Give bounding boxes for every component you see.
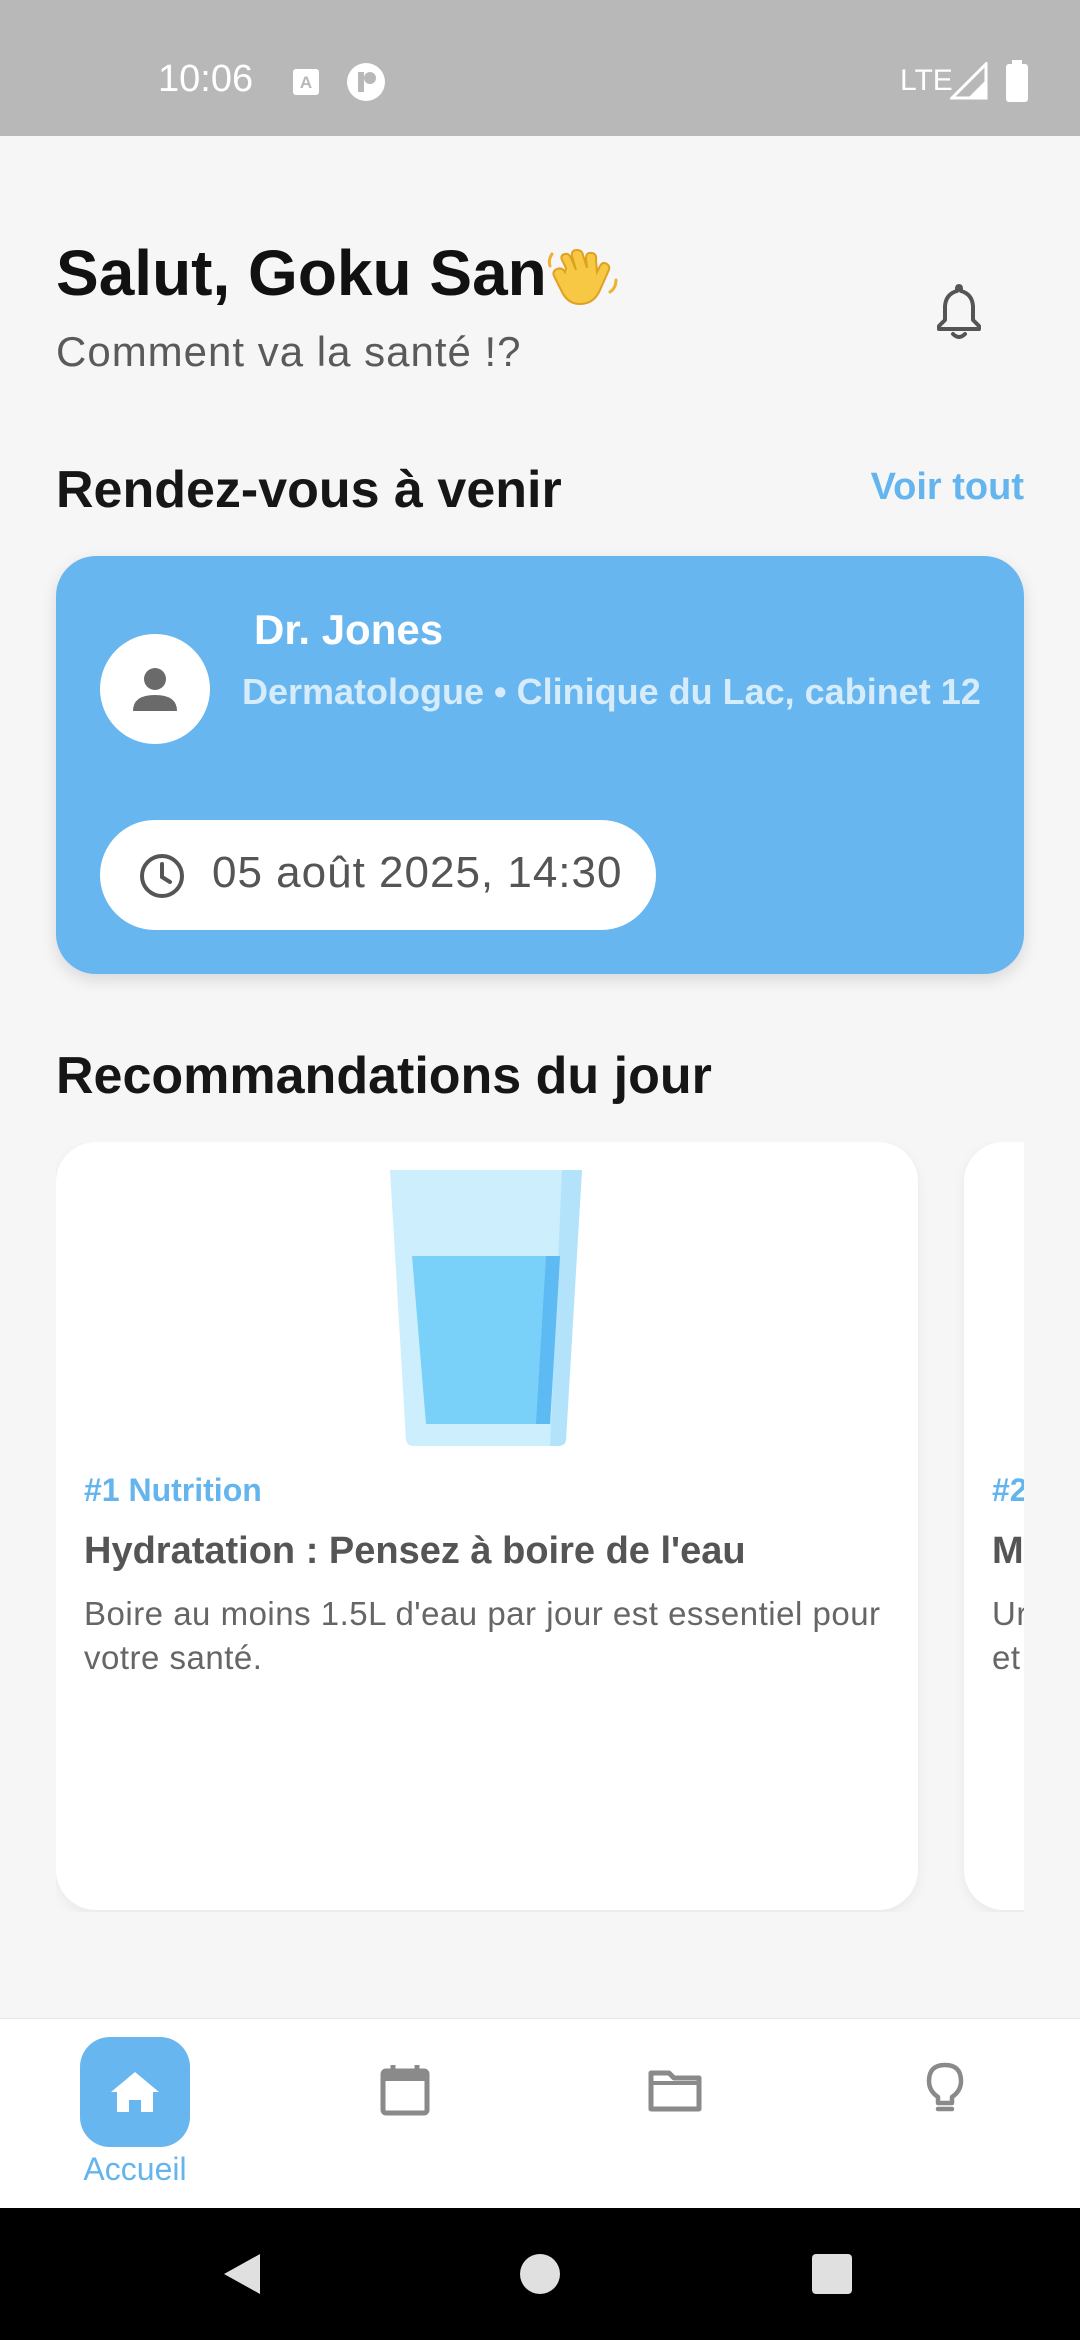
doctor-details: Dermatologue • Clinique du Lac, cabinet … [242,671,981,712]
appointment-datetime-pill: 05 août 2025, 14:30 [100,820,656,930]
home-button-icon[interactable] [518,2252,562,2296]
nav-item-folder[interactable] [540,2019,810,2209]
recommendation-title: M [992,1530,1024,1572]
folder-icon [648,2070,702,2112]
network-type: LTE [900,64,953,97]
appointment-datetime: 05 août 2025, 14:30 [212,848,623,897]
recommendations-carousel[interactable]: #1 Nutrition Hydratation : Pensez à boir… [56,1142,1024,1912]
system-navigation-bar [0,2208,1080,2340]
calendar-icon [380,2065,430,2116]
recent-apps-icon[interactable] [812,2254,852,2294]
clock-icon [140,854,184,898]
appointments-section-title: Rendez-vous à venir [56,461,562,519]
recommendation-card[interactable]: #1 Nutrition Hydratation : Pensez à boir… [56,1142,918,1910]
battery-icon [1006,60,1028,102]
svg-text:A: A [300,73,312,92]
signal-icon [950,62,988,100]
nav-item-home[interactable]: Accueil [0,2019,270,2209]
waving-hand-icon [547,248,618,306]
nav-label-home: Accueil [83,2151,187,2187]
nav-item-calendar[interactable] [270,2019,540,2209]
home-icon [111,2072,159,2112]
person-icon [133,668,177,711]
recommendation-title: Hydratation : Pensez à boire de l'eau [84,1530,746,1572]
greeting-subtitle: Comment va la santé !? [56,328,522,375]
bottom-navigation: Accueil [0,2018,1080,2209]
status-time: 10:06 [158,58,254,100]
text-notification-icon: A [293,69,319,95]
recommendation-tag: #2 [992,1472,1024,1508]
nav-item-tips[interactable] [810,2019,1080,2209]
status-bar: 10:06 A LTE [0,0,1080,136]
nav-home-highlight [80,2037,190,2147]
recommendation-description: Ur et [992,1595,1024,1676]
recommendation-card[interactable]: #2 M Ur et [964,1142,1024,1910]
recommendations-section-title: Recommandations du jour [56,1047,712,1105]
doctor-name: Dr. Jones [254,606,444,653]
recommendation-tag: #1 Nutrition [84,1472,262,1508]
app-notification-icon [347,63,385,101]
lightbulb-icon [926,2062,964,2112]
see-all-link[interactable]: Voir tout [871,466,1024,509]
back-icon[interactable] [220,2252,264,2296]
notification-bell-icon[interactable] [932,282,986,342]
avatar [100,634,210,744]
water-glass-icon [390,1170,582,1446]
greeting-title: Salut, Goku San [56,237,547,309]
recommendation-description: Boire au moins 1.5L d'eau par jour est e… [84,1595,881,1676]
appointment-card[interactable]: Dr. Jones Dermatologue • Clinique du Lac… [56,556,1024,974]
